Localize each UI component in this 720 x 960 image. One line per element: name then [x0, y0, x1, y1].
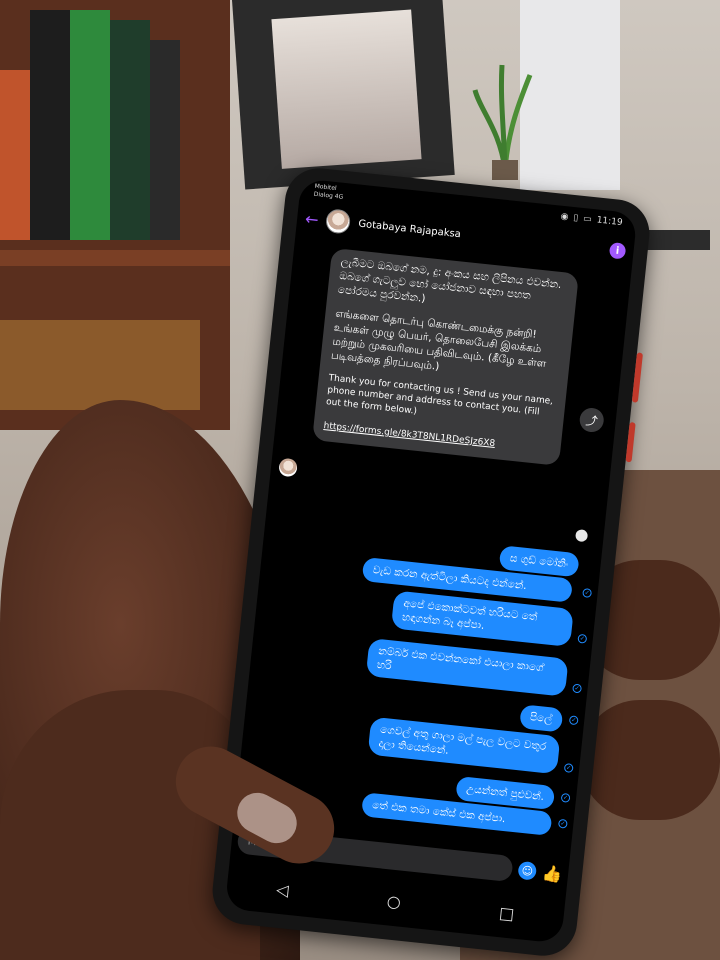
battery-icon: ▭	[582, 214, 593, 225]
right-finger	[580, 700, 720, 820]
recents-nav-icon[interactable]: □	[498, 903, 515, 923]
family-photo	[271, 9, 422, 169]
sent-check-icon: ✓	[563, 763, 574, 773]
message-thread[interactable]: ලැබීමට ඔබගේ නම, දු: අංකය සහ ලිපිනය එවන්න…	[234, 236, 631, 854]
back-nav-icon[interactable]: ◁	[275, 879, 289, 899]
info-icon[interactable]: i	[608, 242, 627, 260]
back-arrow-icon[interactable]: ←	[304, 209, 319, 229]
book	[30, 10, 70, 240]
shelf-board	[0, 250, 230, 266]
home-nav-icon[interactable]: ○	[386, 891, 402, 911]
book	[70, 10, 110, 240]
message-tamil: எங்களை தொடர்பு கொண்டமைக்கு நன்றி! உங்கள்…	[330, 307, 547, 373]
outgoing-message: පිලේ	[518, 704, 564, 733]
outgoing-message: නම්බර් එක එවන්නකෝ එයාලා කාගේ හරි	[365, 638, 569, 697]
share-icon[interactable]: ⤴	[578, 406, 605, 434]
emoji-icon[interactable]: ☺	[517, 860, 538, 881]
sent-check-icon: ✓	[557, 818, 568, 829]
network-label: Dialog 4G	[313, 190, 344, 201]
form-link[interactable]: https://forms.gle/8k3T8NL1RDeSJz6X8	[323, 421, 495, 449]
side-table	[640, 230, 710, 250]
vibrate-icon: ▯	[572, 213, 579, 224]
avatar[interactable]	[325, 208, 352, 235]
status-icons: ◉ ▯ ▭ 11:19	[560, 212, 623, 228]
book	[0, 70, 30, 240]
camera-notch	[460, 195, 478, 207]
sent-check-icon: ✓	[582, 588, 593, 598]
seen-avatar	[574, 529, 589, 543]
clock: 11:19	[596, 215, 623, 229]
sender-avatar	[278, 457, 298, 478]
carrier-info: Mobitel Dialog 4G	[313, 183, 344, 202]
book	[150, 40, 180, 240]
incoming-message: ලැබීමට ඔබගේ නම, දු: අංකය සහ ලිපිනය එවන්න…	[312, 247, 579, 466]
eye-icon: ◉	[560, 211, 569, 223]
photo-frame	[232, 0, 455, 190]
bookshelf	[0, 0, 230, 430]
book	[110, 20, 150, 240]
sent-check-icon: ✓	[572, 683, 583, 694]
potted-plant	[472, 64, 533, 180]
sent-check-icon: ✓	[577, 633, 588, 644]
sent-check-icon: ✓	[560, 792, 571, 803]
thumbs-up-icon[interactable]: 👍	[541, 863, 563, 884]
sent-check-icon: ✓	[568, 715, 579, 726]
books-lower	[0, 320, 200, 410]
